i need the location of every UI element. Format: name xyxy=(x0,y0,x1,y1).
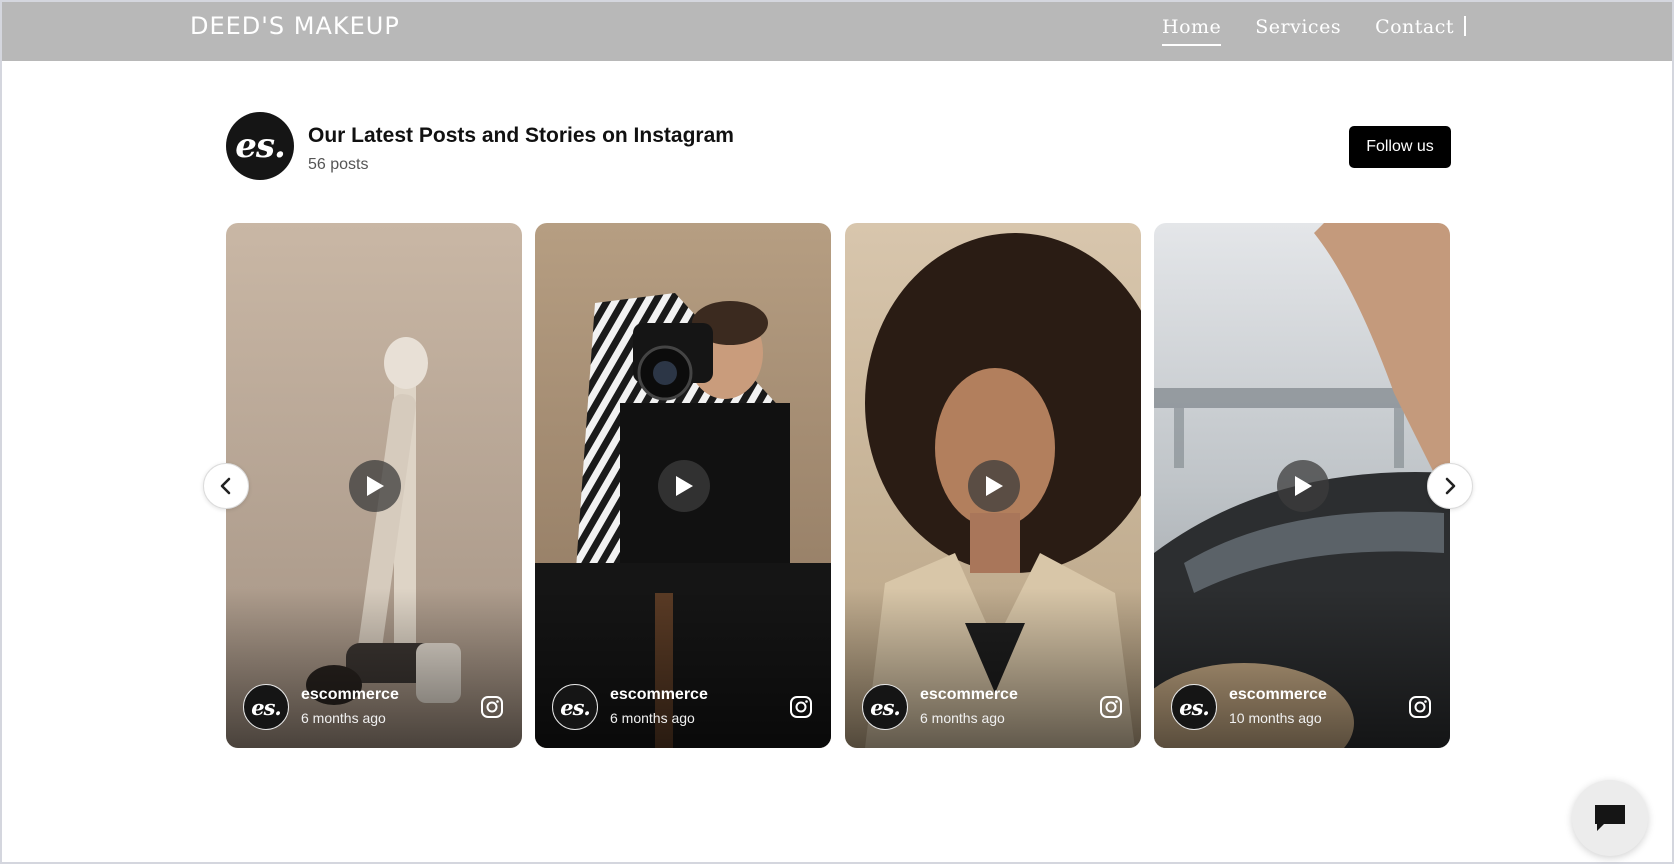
post-username: escommerce xyxy=(301,686,399,703)
chevron-left-icon xyxy=(220,477,231,495)
brand-logo-text[interactable]: DEED'S MAKEUP xyxy=(190,12,400,40)
play-icon[interactable] xyxy=(1277,460,1329,512)
post-timestamp: 10 months ago xyxy=(1229,710,1322,726)
nav-contact[interactable]: Contact xyxy=(1375,16,1454,46)
post-card-1[interactable]: es. escommerce 6 months ago xyxy=(226,223,522,748)
feed-title: Our Latest Posts and Stories on Instagra… xyxy=(308,124,734,147)
post-avatar: es. xyxy=(1171,684,1217,730)
post-avatar: es. xyxy=(552,684,598,730)
instagram-icon[interactable] xyxy=(1099,695,1123,719)
play-icon[interactable] xyxy=(968,460,1020,512)
nav-home[interactable]: Home xyxy=(1162,16,1222,46)
post-username: escommerce xyxy=(1229,686,1327,703)
post-timestamp: 6 months ago xyxy=(920,710,1005,726)
chevron-right-icon xyxy=(1445,477,1456,495)
carousel-next-button[interactable] xyxy=(1427,463,1473,509)
post-timestamp: 6 months ago xyxy=(610,710,695,726)
play-icon[interactable] xyxy=(349,460,401,512)
post-avatar: es. xyxy=(862,684,908,730)
instagram-icon[interactable] xyxy=(1408,695,1432,719)
feed-profile-logo[interactable]: es. xyxy=(226,112,294,180)
carousel-prev-button[interactable] xyxy=(203,463,249,509)
nav-services[interactable]: Services xyxy=(1255,16,1341,46)
instagram-icon[interactable] xyxy=(789,695,813,719)
instagram-icon[interactable] xyxy=(480,695,504,719)
feed-post-count: 56 posts xyxy=(308,156,369,173)
post-avatar: es. xyxy=(243,684,289,730)
post-timestamp: 6 months ago xyxy=(301,710,386,726)
nav-divider xyxy=(1464,16,1466,36)
play-icon[interactable] xyxy=(658,460,710,512)
post-card-4[interactable]: es. escommerce 10 months ago xyxy=(1154,223,1450,748)
chat-bubble-icon xyxy=(1595,805,1625,831)
top-navbar: DEED'S MAKEUP Home Services Contact xyxy=(2,2,1672,61)
post-card-3[interactable]: es. escommerce 6 months ago xyxy=(845,223,1141,748)
post-card-2[interactable]: es. escommerce 6 months ago xyxy=(535,223,831,748)
main-nav: Home Services Contact xyxy=(1162,16,1488,46)
post-username: escommerce xyxy=(920,686,1018,703)
post-username: escommerce xyxy=(610,686,708,703)
follow-us-button[interactable]: Follow us xyxy=(1349,126,1451,168)
chat-widget-button[interactable] xyxy=(1572,780,1648,856)
